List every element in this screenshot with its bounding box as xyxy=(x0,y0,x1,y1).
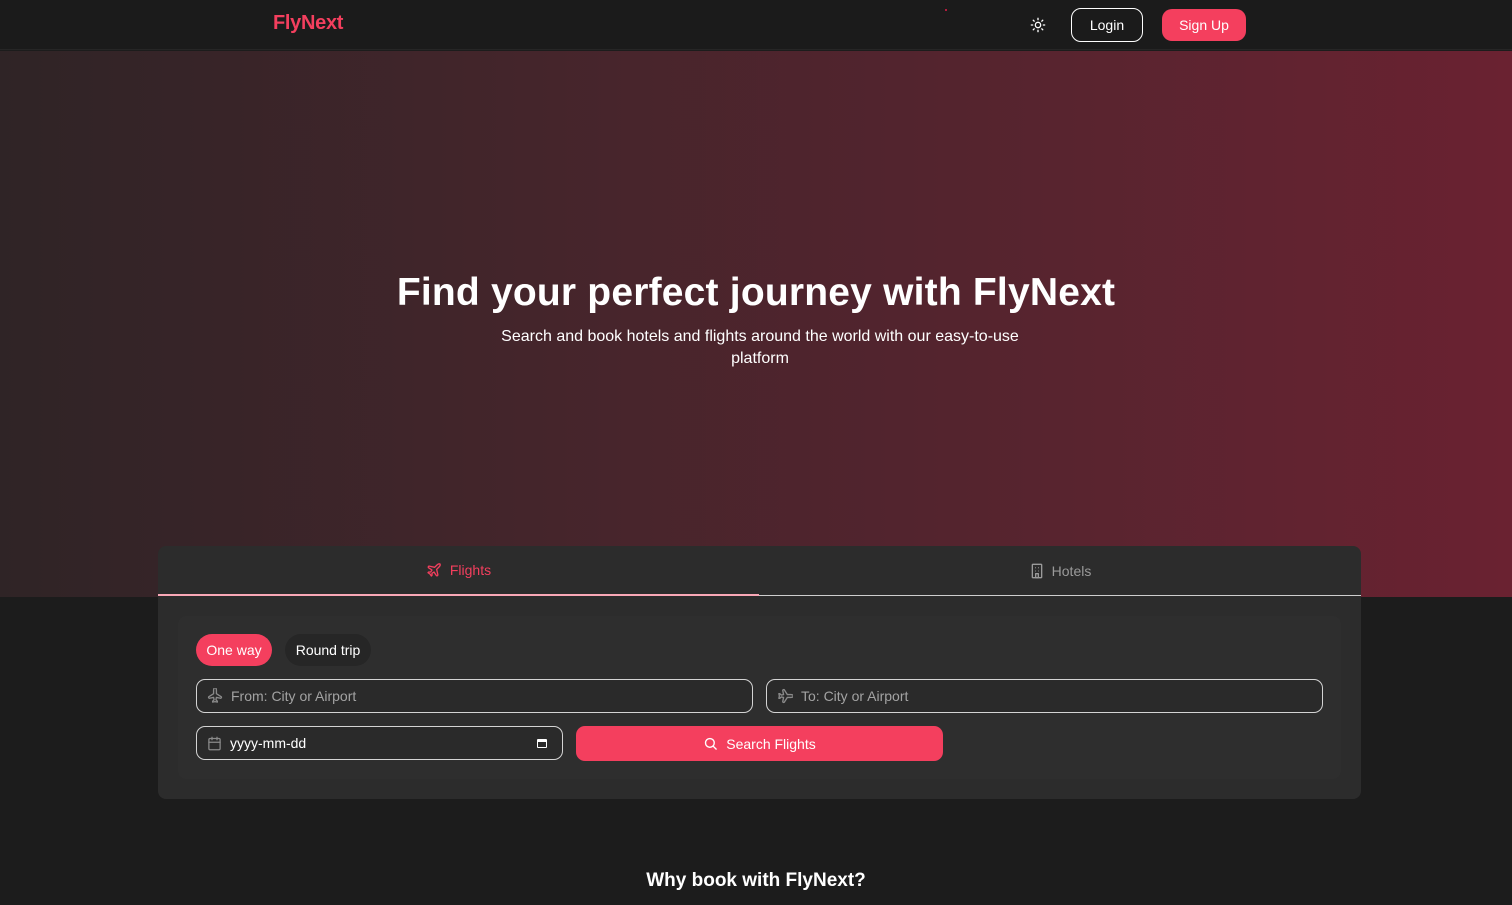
plane-landing-icon xyxy=(777,688,793,704)
to-input[interactable] xyxy=(801,688,1322,704)
brand-logo[interactable]: FlyNext xyxy=(273,12,343,35)
from-field[interactable] xyxy=(196,679,753,713)
search-card: Flights Hotels One way Round trip From: … xyxy=(158,546,1361,799)
login-button[interactable]: Login xyxy=(1071,8,1143,42)
search-flights-label: Search Flights xyxy=(726,735,816,752)
hero-title: Find your perfect journey with FlyNext xyxy=(396,271,1116,314)
hero-section: Find your perfect journey with FlyNext S… xyxy=(0,51,1512,597)
plane-icon xyxy=(426,562,442,578)
why-book-heading: Why book with FlyNext? xyxy=(646,870,866,891)
hero-subtitle: Search and book hotels and flights aroun… xyxy=(501,328,1019,367)
search-icon xyxy=(703,736,718,751)
date-input[interactable]: yyyy-mm-dd xyxy=(230,735,528,751)
theme-toggle-button[interactable] xyxy=(1026,13,1050,37)
tab-hotels-label: Hotels xyxy=(1051,563,1092,579)
decorative-dot xyxy=(945,9,947,11)
tab-flights-label: Flights xyxy=(449,562,492,578)
date-picker-icon[interactable] xyxy=(536,737,548,749)
calendar-icon xyxy=(207,736,222,751)
date-field[interactable]: yyyy-mm-dd xyxy=(196,726,563,760)
tab-flights[interactable]: Flights xyxy=(158,546,759,596)
round-trip-toggle[interactable]: Round trip xyxy=(285,634,371,666)
search-tabs: Flights Hotels xyxy=(158,546,1361,596)
from-input[interactable] xyxy=(231,688,752,704)
sun-icon xyxy=(1030,17,1046,33)
plane-takeoff-icon xyxy=(207,688,223,704)
flight-search-form: One way Round trip From: City or Airport… xyxy=(178,616,1341,779)
building-icon xyxy=(1030,563,1044,579)
tab-hotels[interactable]: Hotels xyxy=(760,546,1361,596)
navbar: FlyNext Login Sign Up xyxy=(0,0,1512,50)
signup-button[interactable]: Sign Up xyxy=(1162,9,1246,41)
one-way-toggle[interactable]: One way xyxy=(196,634,272,666)
to-field[interactable] xyxy=(766,679,1323,713)
search-flights-button[interactable]: Search Flights xyxy=(576,726,943,761)
